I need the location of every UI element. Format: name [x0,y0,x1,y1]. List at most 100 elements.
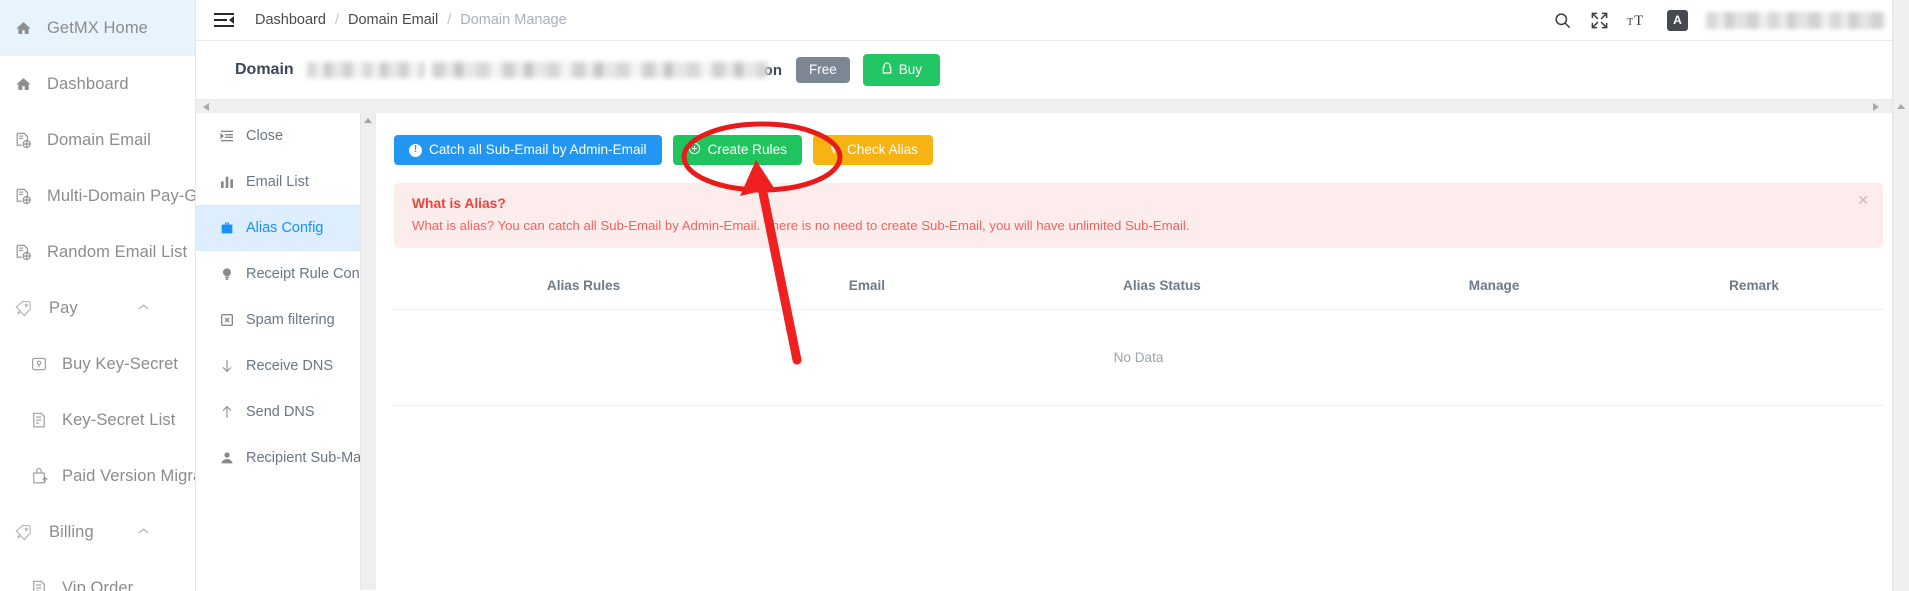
breadcrumb-separator: / [334,12,339,28]
check-alias-label: Check Alias [846,142,918,158]
sidebar-item-key-secret-list[interactable]: Key-Secret List [0,392,195,448]
user-icon [218,450,235,466]
top-header: Dashboard / Domain Email / Domain Manage [196,0,1909,41]
domain-summary-bar: Domain on Free Buy [196,41,1909,99]
catch-all-sub-email-button[interactable]: ! Catch all Sub-Email by Admin-Email [394,135,662,165]
close-icon[interactable]: ✕ [1857,193,1869,207]
page-vertical-scrollbar[interactable] [1892,0,1909,591]
column-email: Email [848,278,886,293]
tab-alias-config[interactable]: Alias Config [196,205,375,251]
bulb-icon [828,142,840,158]
plus-circle-icon [688,142,701,158]
pay-tag-icon [12,521,34,543]
column-remark: Remark [1729,278,1779,293]
column-manage: Manage [1468,278,1520,293]
svg-text:T: T [1634,13,1643,29]
buy-button[interactable]: Buy [862,54,941,86]
action-button-row: ! Catch all Sub-Email by Admin-Email Cre… [394,135,1883,165]
domain-globe-icon [12,185,34,207]
chevron-up-icon [138,302,149,314]
arrow-up-icon [218,404,235,420]
info-icon: ! [409,143,422,157]
alias-info-alert: What is Alias? What is alias? You can ca… [394,183,1883,248]
tab-receipt-rule-config[interactable]: Receipt Rule Config [196,251,375,297]
horizontal-scrollbar[interactable] [196,99,1909,113]
tab-recipient-sub-mail[interactable]: Recipient Sub-Mail [196,435,375,481]
translate-icon[interactable]: A [1667,9,1688,31]
domain-name-masked-part2 [431,62,768,78]
alert-text: What is alias? You can catch all Sub-Ema… [412,218,1190,233]
tab-label: Close [246,128,284,144]
tab-send-dns[interactable]: Send DNS [196,389,375,435]
bulb-icon [218,266,235,282]
list-doc-icon [28,409,50,431]
sidebar-item-random-email-list[interactable]: Random Email List [0,224,195,280]
sidebar-item-buy-key-secret[interactable]: Buy Key-Secret [0,336,195,392]
breadcrumb-domain-manage: Domain Manage [460,12,567,28]
plan-badge: Free [796,57,850,83]
sidebar-item-getmx-home[interactable]: GetMX Home [0,0,195,56]
check-alias-button[interactable]: Check Alias [812,135,933,165]
scroll-left-arrow-icon[interactable] [203,103,209,111]
scroll-right-arrow-icon[interactable] [1873,103,1879,111]
spam-box-icon [218,312,235,328]
tab-email-list[interactable]: Email List [196,159,375,205]
hamburger-collapse-icon[interactable] [214,12,234,28]
user-name-masked[interactable] [1706,11,1886,29]
key-box-icon [28,353,50,375]
main-sidebar: GetMX Home Dashboard Domain Email Multi-… [0,0,196,591]
sidebar-item-label: Vip Order [62,578,134,591]
sidebar-item-label: Random Email List [47,242,188,261]
create-rules-button[interactable]: Create Rules [672,135,802,165]
search-icon[interactable] [1553,11,1572,30]
breadcrumb-domain-email[interactable]: Domain Email [348,12,438,28]
tab-label: Receipt Rule Config [246,266,375,282]
sidebar-item-label: Paid Version Migration [62,466,195,485]
tab-label: Spam filtering [246,312,335,328]
tab-label: Send DNS [246,404,315,420]
sidebar-item-dashboard[interactable]: Dashboard [0,56,195,112]
tabs-vertical-scrollbar[interactable] [360,113,375,590]
fullscreen-icon[interactable] [1590,11,1609,30]
sidebar-group-pay[interactable]: Pay [0,280,195,336]
sidebar-group-label: Billing [49,522,94,541]
create-rules-label: Create Rules [707,142,787,158]
chevron-up-icon [138,526,149,538]
column-alias-rules: Alias Rules [546,278,621,293]
sidebar-group-billing[interactable]: Billing [0,504,195,560]
tab-label: Receive DNS [246,358,334,374]
tab-close[interactable]: Close [196,113,375,159]
sidebar-item-multi-domain-pay-group[interactable]: Multi-Domain Pay-Group [0,168,195,224]
tab-spam-filtering[interactable]: Spam filtering [196,297,375,343]
sidebar-item-label: Buy Key-Secret [62,354,179,373]
sidebar-group-label: Pay [49,298,78,317]
domain-name-masked-part1 [306,62,425,78]
domain-label: Domain [235,61,294,78]
arrow-down-icon [218,358,235,374]
upload-bag-icon [28,465,50,487]
tab-label: Recipient Sub-Mail [246,450,368,466]
catch-all-label: Catch all Sub-Email by Admin-Email [429,142,647,158]
bar-chart-icon [218,174,235,190]
sidebar-item-paid-version-migration[interactable]: Paid Version Migration [0,448,195,504]
sidebar-item-label: Dashboard [47,74,129,93]
sidebar-item-label: Multi-Domain Pay-Group [47,186,195,205]
font-size-icon[interactable]: T T [1627,11,1649,30]
sidebar-item-domain-email[interactable]: Domain Email [0,112,195,168]
table-header-row: Alias Rules Email Alias Status Manage Re… [394,268,1883,310]
breadcrumb: Dashboard / Domain Email / Domain Manage [255,12,567,28]
pay-tag-icon [12,297,34,319]
domain-tabs-panel: Close Email List Alias Config Receipt Ru… [196,113,376,590]
sidebar-item-label: Key-Secret List [62,410,176,429]
scroll-up-arrow-icon[interactable] [1897,104,1905,109]
sidebar-item-vip-order[interactable]: Vip Order [0,560,195,591]
domain-globe-icon [12,241,34,263]
scroll-up-arrow-icon[interactable] [364,118,372,123]
home-icon [12,17,34,39]
header-actions: T T A [1553,9,1899,31]
breadcrumb-separator: / [447,12,452,28]
column-alias-status: Alias Status [1123,278,1201,293]
briefcase-icon [218,220,235,236]
tab-receive-dns[interactable]: Receive DNS [196,343,375,389]
breadcrumb-dashboard[interactable]: Dashboard [255,12,326,28]
